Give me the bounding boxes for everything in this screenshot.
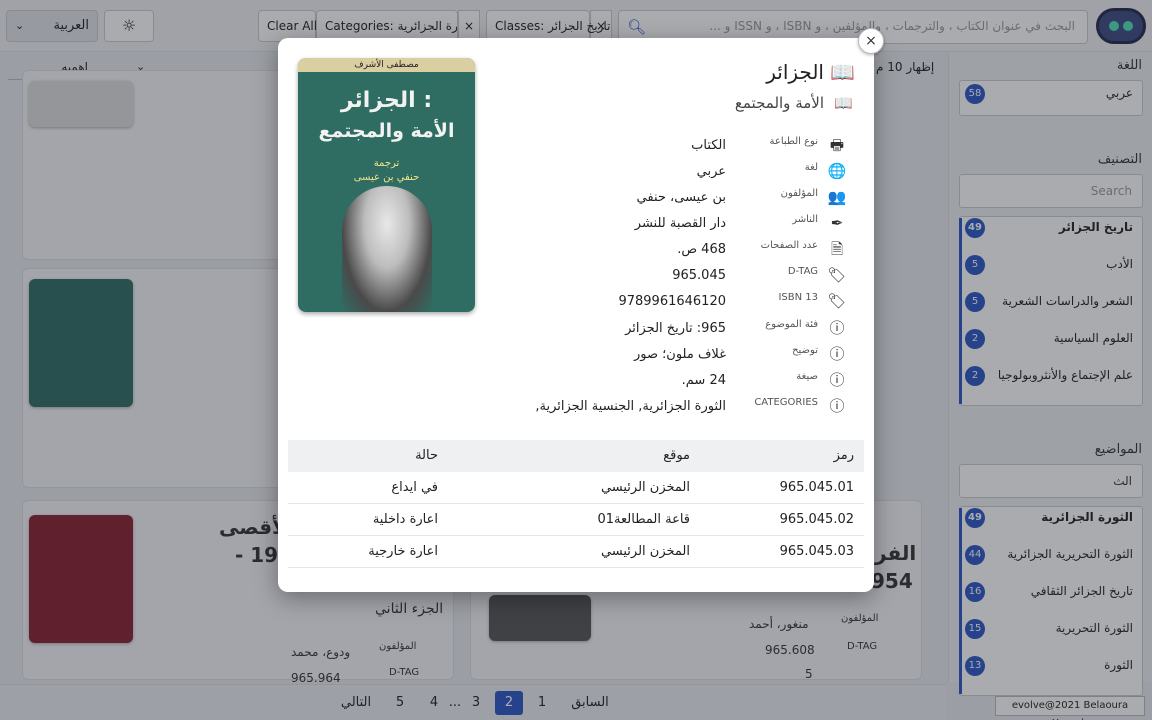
open-book-icon: 📖: [834, 94, 853, 112]
users-icon: 👥: [827, 188, 847, 206]
cell-code: 965.045.01: [779, 480, 854, 495]
property-value: عربي: [696, 164, 726, 179]
book-title: الجزائر: [766, 60, 824, 84]
table-row: 965.045.01 المخزن الرئيسي في ايداع: [288, 472, 864, 504]
property-row-print-type: الكتاب نوع الطباعة 🖶: [498, 134, 854, 160]
property-label: D-TAG: [787, 266, 818, 277]
property-row-illustration: غلاف ملون؛ صور توضيح ⓘ: [498, 343, 854, 369]
table-row: 965.045.03 المخزن الرئيسي اعارة خارجية: [288, 536, 864, 568]
property-value: الكتاب: [691, 138, 726, 153]
cell-state: اعارة داخلية: [372, 512, 438, 527]
printer-icon: 🖶: [829, 136, 845, 154]
cell-state: اعارة خارجية: [368, 544, 438, 559]
cell-state: في ايداع: [391, 480, 438, 495]
cover-author: مصطفى الأشرف: [298, 58, 475, 72]
property-value: 965.045: [672, 268, 726, 283]
column-header-state: حالة: [415, 448, 438, 463]
property-row-pages: 468 ص. عدد الصفحات 🗎: [498, 238, 854, 264]
cell-location: المخزن الرئيسي: [600, 480, 690, 495]
column-header-location: موقع: [663, 448, 690, 463]
property-label: فئة الموضوع: [765, 319, 818, 330]
property-value: 24 سم.: [681, 373, 726, 388]
property-row-subject-class: 965: تاريخ الجزائر فئة الموضوع ⓘ: [498, 317, 854, 343]
property-row-authors: بن عيسى، حنفي المؤلفون 👥: [498, 186, 854, 212]
property-label: CATEGORIES: [754, 397, 818, 408]
cell-location: المخزن الرئيسي: [600, 544, 690, 559]
cell-code: 965.045.03: [779, 544, 854, 559]
info-icon: ⓘ: [829, 397, 845, 415]
globe-icon: 🌐: [827, 162, 847, 180]
tag-icon: 🏷: [827, 292, 847, 310]
property-value: غلاف ملون؛ صور: [634, 347, 726, 362]
property-label: المؤلفون: [780, 188, 818, 199]
book-details-modal: × مصطفى الأشرف الجزائر : الأمة والمجتمع …: [278, 28, 884, 592]
property-row-publisher: دار القصبة للنشر الناشر ✒: [498, 212, 854, 238]
feather-icon: ✒: [830, 214, 844, 232]
property-label: توضيح: [792, 345, 818, 356]
property-label: الناشر: [792, 214, 818, 225]
property-value: بن عيسى، حنفي: [636, 190, 726, 205]
property-label: صيغة: [796, 371, 818, 382]
property-label: لغة: [804, 162, 818, 173]
tag-icon: 🏷: [827, 266, 847, 284]
property-label: نوع الطباعة: [769, 136, 818, 147]
info-icon: ⓘ: [829, 371, 845, 389]
book-cover-image: مصطفى الأشرف الجزائر : الأمة والمجتمع تر…: [298, 58, 475, 312]
property-value: دار القصبة للنشر: [634, 216, 726, 231]
property-row-categories: الثورة الجزائرية, الجنسية الجزائرية, CAT…: [498, 395, 854, 421]
cell-code: 965.045.02: [779, 512, 854, 527]
column-header-code: رمز: [833, 448, 854, 463]
property-label: عدد الصفحات: [760, 240, 818, 251]
info-icon: ⓘ: [829, 345, 845, 363]
info-icon: ⓘ: [829, 319, 845, 337]
property-row-dtag: 965.045 D-TAG 🏷: [498, 264, 854, 290]
property-value: الثورة الجزائرية, الجنسية الجزائرية,: [535, 399, 726, 414]
property-value: 965: تاريخ الجزائر: [625, 321, 726, 336]
property-label: ISBN 13: [778, 292, 818, 303]
holdings-table-header: رمز موقع حالة: [288, 440, 864, 472]
document-icon: 🗎: [830, 240, 844, 258]
property-value: 9789961646120: [618, 294, 726, 309]
cover-translation-label: ترجمة: [373, 158, 400, 169]
property-row-language: عربي لغة 🌐: [498, 160, 854, 186]
property-value: 468 ص.: [677, 242, 726, 257]
book-icon: 📖: [830, 60, 855, 84]
cell-location: قاعة المطالعة01: [597, 512, 691, 527]
property-row-isbn: 9789961646120 ISBN 13 🏷: [498, 290, 854, 316]
table-row: 965.045.02 قاعة المطالعة01 اعارة داخلية: [288, 504, 864, 536]
cover-translator: حنفي بن عيسى: [353, 172, 420, 183]
cover-portrait: [342, 186, 432, 312]
cover-title-line1: الجزائر :: [340, 88, 433, 113]
close-modal-button[interactable]: ×: [858, 28, 884, 54]
book-subtitle: الأمة والمجتمع: [734, 94, 824, 112]
cover-title-line2: الأمة والمجتمع: [318, 120, 455, 142]
property-row-format: 24 سم. صيغة ⓘ: [498, 369, 854, 395]
